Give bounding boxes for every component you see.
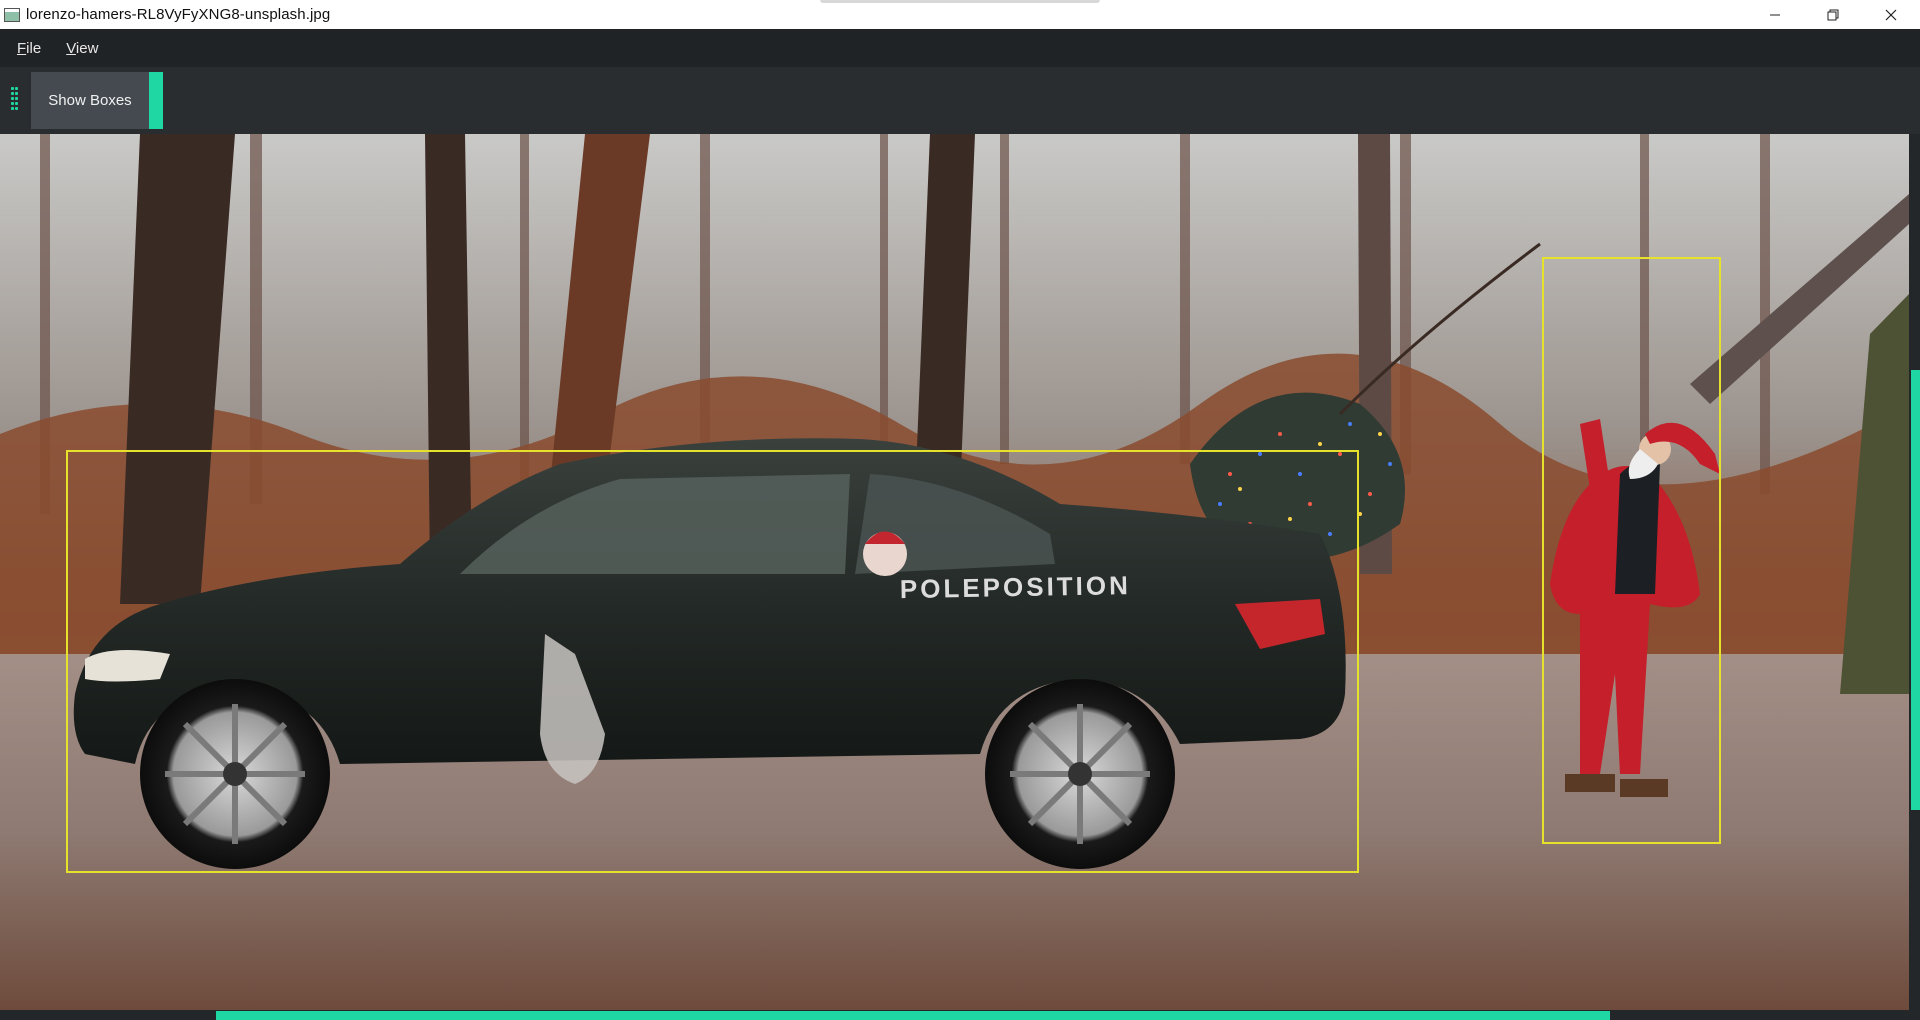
close-button[interactable]	[1862, 0, 1920, 29]
restore-icon	[1827, 9, 1839, 20]
window-controls	[1746, 0, 1920, 29]
menu-view-label: iew	[75, 39, 99, 57]
minimize-icon	[1770, 14, 1780, 15]
toolbar-grip-icon[interactable]	[11, 87, 19, 113]
toolbar: Show Boxes	[0, 67, 1920, 134]
menu-bar: File View	[0, 29, 1920, 67]
menu-file-mnemonic: F	[17, 39, 27, 57]
show-boxes-button[interactable]: Show Boxes	[31, 72, 149, 129]
horizontal-scrollbar-thumb[interactable]	[216, 1011, 1610, 1020]
menu-file[interactable]: File	[0, 40, 52, 57]
minimize-button[interactable]	[1746, 0, 1804, 29]
show-boxes-toggle-indicator	[149, 72, 163, 129]
restore-button[interactable]	[1804, 0, 1862, 29]
window-title: lorenzo-hamers-RL8VyFyXNG8-unsplash.jpg	[26, 6, 331, 23]
detection-box-car	[66, 450, 1359, 873]
image-viewport[interactable]: POLEPOSITION	[0, 134, 1909, 1010]
menu-view[interactable]: View	[52, 40, 109, 57]
detection-box-person	[1542, 257, 1721, 844]
snap-layout-handle[interactable]	[820, 0, 1100, 3]
menu-view-mnemonic: V	[66, 39, 76, 57]
vertical-scrollbar-thumb[interactable]	[1911, 370, 1920, 810]
close-icon	[1885, 9, 1897, 20]
app-icon	[4, 7, 20, 22]
title-bar: lorenzo-hamers-RL8VyFyXNG8-unsplash.jpg	[0, 0, 1920, 29]
menu-file-label: ile	[26, 39, 42, 57]
